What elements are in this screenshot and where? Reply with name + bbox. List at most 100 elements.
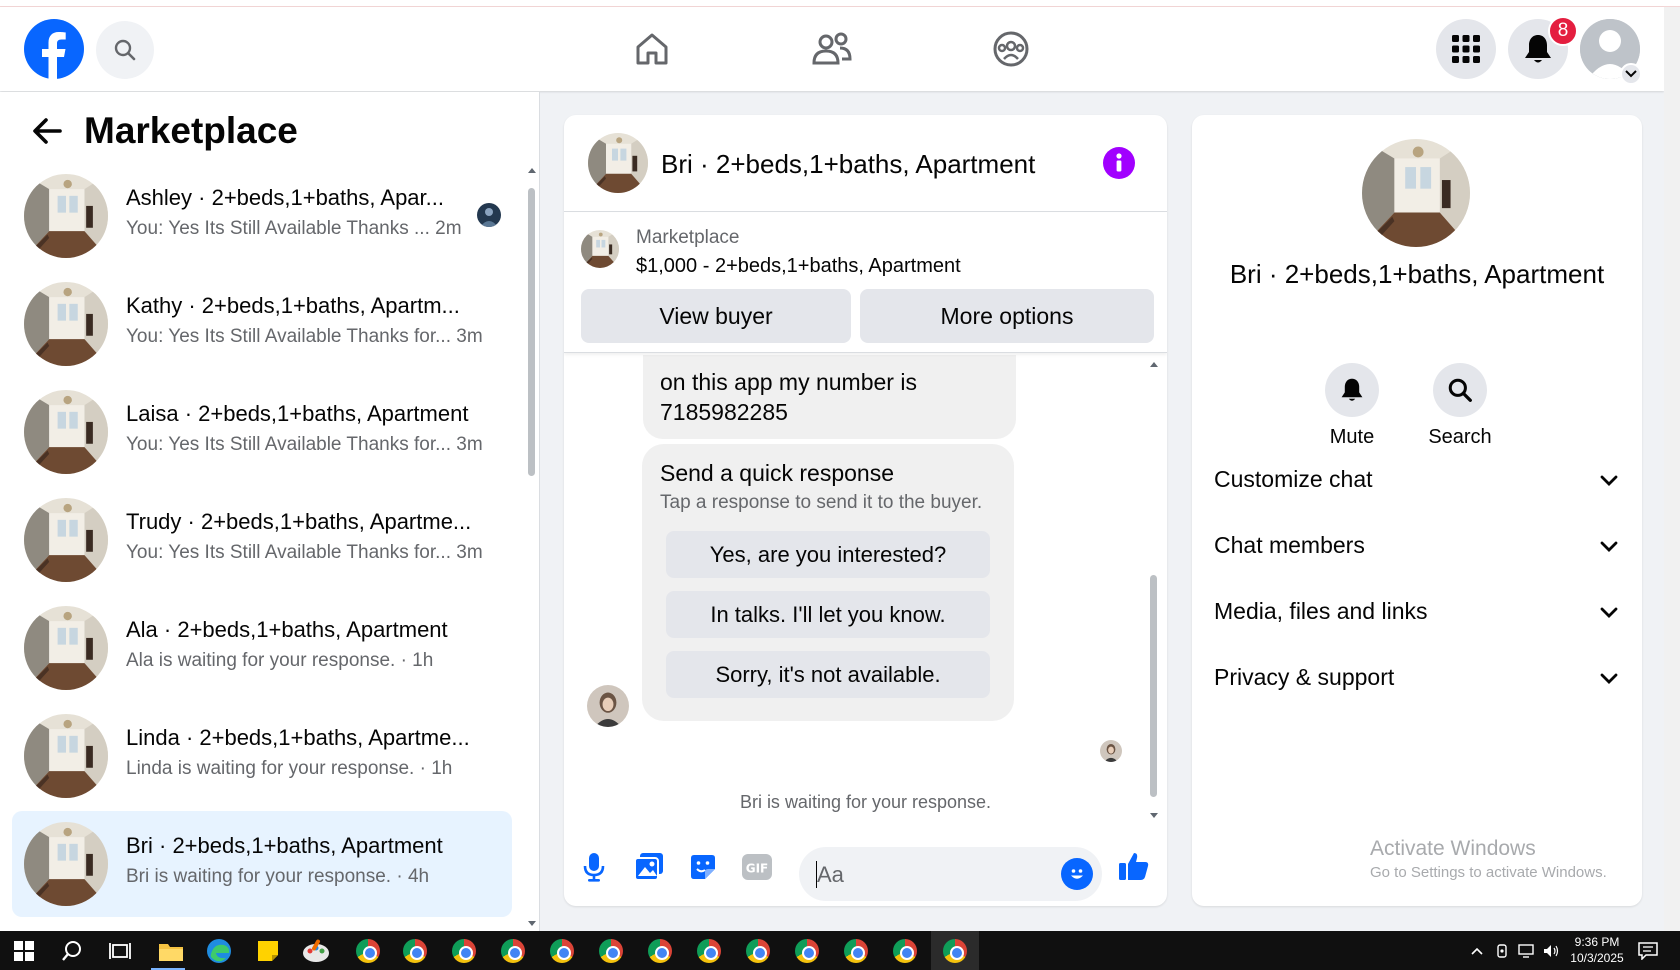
home-icon[interactable]: [626, 23, 678, 75]
sticker-icon[interactable]: [686, 850, 720, 884]
scroll-down-icon[interactable]: [527, 920, 537, 928]
scroll-down-icon[interactable]: [1148, 812, 1160, 820]
conversation-preview: Linda is waiting for your response. · 1h: [126, 758, 453, 779]
mute-button[interactable]: Mute: [1302, 363, 1402, 449]
chat-avatar[interactable]: [588, 133, 648, 193]
volume-icon[interactable]: [1542, 931, 1560, 970]
media-files-links-section[interactable]: Media, files and links: [1214, 591, 1620, 631]
inbox-scrollbar[interactable]: [527, 166, 537, 928]
message-thread: on this app my number is 7185982285 Send …: [564, 355, 1167, 825]
listing-price[interactable]: $1,000 - 2+beds,1+baths, Apartment: [636, 255, 961, 278]
chat-avatar-large[interactable]: [1362, 139, 1470, 247]
chat-members-section[interactable]: Chat members: [1214, 525, 1620, 565]
customize-chat-section[interactable]: Customize chat: [1214, 459, 1620, 499]
conversation-item-laisa[interactable]: Laisa · 2+beds,1+baths, Apartment You: Y…: [12, 379, 512, 485]
message-input[interactable]: Aa: [799, 847, 1102, 901]
scroll-up-icon[interactable]: [527, 166, 537, 174]
conversation-item-ala[interactable]: Ala · 2+beds,1+baths, Apartment Ala is w…: [12, 595, 512, 701]
conversation-preview: You: Yes Its Still Available Thanks for.…: [126, 434, 483, 455]
taskbar-clock[interactable]: 9:36 PM 10/3/2025: [1562, 934, 1632, 966]
show-hidden-icons[interactable]: [1470, 931, 1484, 970]
chat-title[interactable]: Bri · 2+beds,1+baths, Apartment: [661, 149, 1035, 180]
quick-response-title: Send a quick response: [660, 460, 894, 486]
listing-thumbnail: [24, 390, 108, 474]
conversation-item-trudy[interactable]: Trudy · 2+beds,1+baths, Apartme... You: …: [12, 487, 512, 593]
chrome-profile-icon[interactable]: [889, 935, 921, 967]
listing-thumbnail: [24, 174, 108, 258]
chrome-profile-icon[interactable]: [791, 935, 823, 967]
facebook-logo-icon[interactable]: [24, 19, 84, 79]
message-bubble[interactable]: on this app my number is 7185982285: [643, 355, 1016, 439]
groups-icon[interactable]: [985, 23, 1037, 75]
emoji-icon[interactable]: [1061, 858, 1093, 890]
task-view-icon[interactable]: [104, 935, 136, 967]
conversation-name: Bri · 2+beds,1+baths, Apartment: [126, 833, 443, 858]
action-center-icon[interactable]: [1638, 931, 1658, 970]
conversation-item-ashley[interactable]: Ashley · 2+beds,1+baths, Apar... You: Ye…: [12, 163, 512, 269]
file-explorer-icon[interactable]: [155, 935, 187, 967]
gif-icon[interactable]: GIF: [740, 850, 774, 884]
conversation-name: Laisa · 2+beds,1+baths, Apartment: [126, 401, 469, 426]
scrollbar-thumb[interactable]: [528, 188, 535, 476]
menu-grid-icon[interactable]: [1436, 19, 1496, 79]
scroll-up-icon[interactable]: [1148, 360, 1160, 368]
listing-thumbnail[interactable]: [581, 230, 619, 268]
photo-icon[interactable]: [632, 850, 666, 884]
page-scrollbar[interactable]: [1664, 7, 1680, 931]
paint-app-icon[interactable]: [300, 935, 332, 967]
search-icon[interactable]: [56, 935, 88, 967]
conversation-name: Kathy · 2+beds,1+baths, Apartm...: [126, 293, 460, 318]
chrome-profile-icon[interactable]: [840, 935, 872, 967]
chrome-profile-icon[interactable]: [595, 935, 627, 967]
conversation-name: Ashley · 2+beds,1+baths, Apar...: [126, 185, 444, 210]
more-options-button[interactable]: More options: [860, 289, 1154, 343]
device-icon[interactable]: [1494, 931, 1510, 970]
thumbs-up-icon[interactable]: [1117, 849, 1151, 883]
search-in-chat-button[interactable]: Search: [1410, 363, 1510, 449]
windows-start-icon[interactable]: [8, 935, 40, 967]
marketplace-inbox-panel: Marketplace Ashley · 2+beds,1+baths, Apa…: [0, 92, 540, 931]
quick-reply-button[interactable]: In talks. I'll let you know.: [666, 591, 990, 638]
active-chrome-window[interactable]: [931, 931, 979, 970]
clock-time: 9:36 PM: [1574, 935, 1620, 949]
chrome-profile-icon[interactable]: [497, 935, 529, 967]
edge-browser-icon[interactable]: [203, 935, 235, 967]
windows-taskbar: 9:36 PM 10/3/2025: [0, 931, 1680, 970]
conversation-item-kathy[interactable]: Kathy · 2+beds,1+baths, Apartm... You: Y…: [12, 271, 512, 377]
read-receipt-avatar: [1100, 740, 1122, 762]
conversation-item-bri[interactable]: Bri · 2+beds,1+baths, Apartment Bri is w…: [12, 811, 512, 917]
network-icon[interactable]: [1518, 931, 1536, 970]
search-icon[interactable]: [96, 21, 154, 79]
sticky-notes-icon[interactable]: [252, 935, 284, 967]
info-icon[interactable]: [1103, 147, 1135, 179]
view-buyer-button[interactable]: View buyer: [581, 289, 851, 343]
chrome-profile-icon[interactable]: [644, 935, 676, 967]
chrome-profile-icon[interactable]: [352, 935, 384, 967]
search-icon[interactable]: [1433, 363, 1487, 417]
chrome-profile-icon[interactable]: [546, 935, 578, 967]
microphone-icon[interactable]: [577, 850, 611, 884]
chevron-down-icon[interactable]: [1620, 63, 1642, 85]
chrome-profile-icon[interactable]: [742, 935, 774, 967]
sender-avatar: [587, 685, 629, 727]
quick-reply-button[interactable]: Yes, are you interested?: [666, 531, 990, 578]
conversation-item-linda[interactable]: Linda · 2+beds,1+baths, Apartme... Linda…: [12, 703, 512, 809]
chrome-profile-icon[interactable]: [693, 935, 725, 967]
scrollbar-thumb[interactable]: [1150, 575, 1157, 797]
chrome-profile-icon[interactable]: [448, 935, 480, 967]
quick-reply-button[interactable]: Sorry, it's not available.: [666, 651, 990, 698]
privacy-support-section[interactable]: Privacy & support: [1214, 657, 1620, 697]
chrome-profile-icon[interactable]: [399, 935, 431, 967]
friends-icon[interactable]: [806, 23, 858, 75]
message-text-line: 7185982285: [660, 399, 788, 425]
watermark-title: Activate Windows: [1370, 837, 1536, 860]
thread-scrollbar[interactable]: [1148, 360, 1160, 820]
section-label: Customize chat: [1214, 466, 1373, 492]
back-arrow-icon[interactable]: [30, 116, 66, 146]
svg-text:GIF: GIF: [746, 862, 769, 876]
chevron-down-icon: [1600, 673, 1618, 684]
listing-thumbnail: [24, 714, 108, 798]
section-label: Chat members: [1214, 532, 1365, 558]
chrome-profile-icon[interactable]: [939, 935, 971, 967]
bell-icon[interactable]: [1325, 363, 1379, 417]
